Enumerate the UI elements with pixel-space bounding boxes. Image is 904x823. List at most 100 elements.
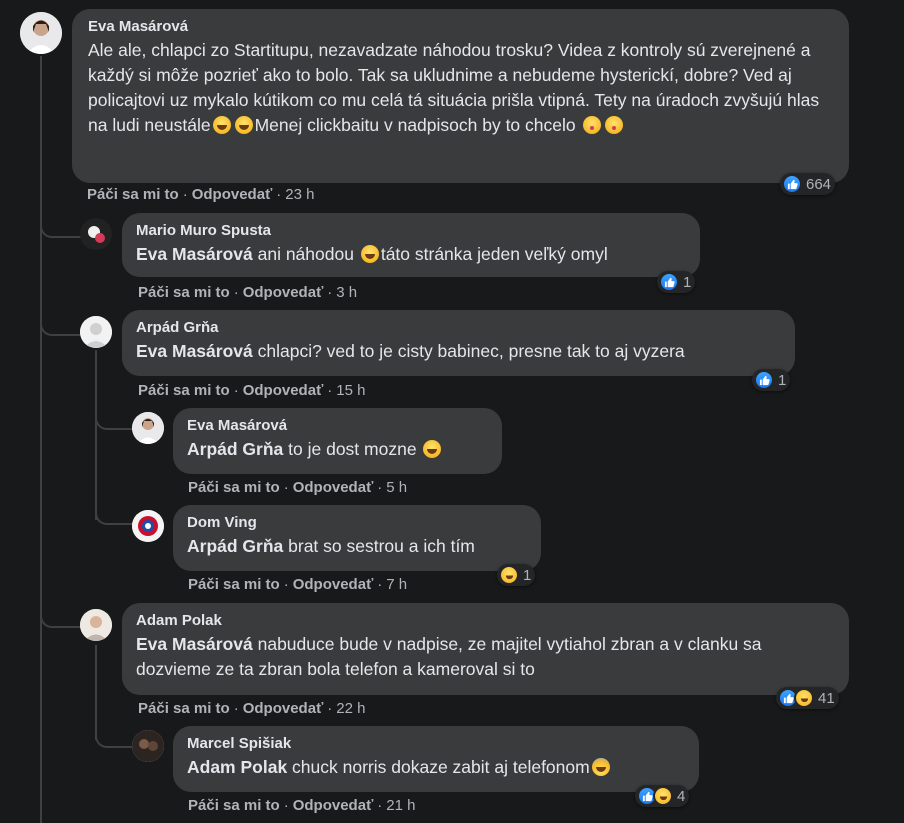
reaction-summary[interactable]: 41	[776, 687, 839, 709]
separator: ·	[182, 186, 188, 203]
comment-actions: Páči sa mi to · Odpovedať · 23 h	[87, 186, 314, 203]
separator: ·	[377, 576, 383, 593]
thread-connector	[95, 495, 133, 525]
reply-button[interactable]: Odpovedať	[243, 700, 324, 717]
comment-author[interactable]: Mario Muro Spusta	[136, 222, 686, 239]
comment-bubble: Arpád Grňa Eva Masárová chlapci? ved to …	[122, 310, 795, 376]
like-reaction-icon	[782, 174, 802, 194]
joy-emoji-icon	[360, 245, 379, 263]
reply-button[interactable]: Odpovedať	[192, 186, 273, 203]
separator: ·	[377, 479, 383, 496]
avatar[interactable]	[132, 510, 164, 542]
comment-bubble: Marcel Spišiak Adam Polak chuck norris d…	[173, 726, 699, 792]
like-button[interactable]: Páči sa mi to	[188, 576, 280, 593]
comment-actions: Páči sa mi to · Odpovedať · 7 h	[188, 576, 407, 593]
separator: ·	[283, 797, 289, 814]
like-button[interactable]: Páči sa mi to	[188, 479, 280, 496]
separator: ·	[283, 576, 289, 593]
like-reaction-icon	[754, 370, 774, 390]
comment-actions: Páči sa mi to · Odpovedať · 3 h	[138, 284, 357, 301]
kiss-emoji-icon	[604, 116, 623, 134]
timestamp[interactable]: 22 h	[336, 700, 365, 717]
like-reaction-icon	[659, 272, 679, 292]
mention-link[interactable]: Arpád Grňa	[187, 439, 283, 459]
separator: ·	[276, 186, 282, 203]
like-button[interactable]: Páči sa mi to	[138, 284, 230, 301]
reaction-summary[interactable]: 1	[657, 271, 696, 293]
comment-author[interactable]: Adam Polak	[136, 612, 835, 629]
thread-connector	[95, 718, 133, 748]
reaction-count: 1	[683, 273, 692, 291]
like-button[interactable]: Páči sa mi to	[138, 382, 230, 399]
comment-text-body: brat so sestrou a ich tím	[283, 536, 475, 556]
comment-text-tail: táto stránka jeden veľký omyl	[380, 244, 608, 264]
comment-text: Ale ale, chlapci zo Startitupu, nezavadz…	[88, 38, 835, 138]
comment-text: Arpád Grňa to je dost mozne	[187, 437, 488, 462]
reply-button[interactable]: Odpovedať	[243, 382, 324, 399]
separator: ·	[327, 284, 333, 301]
comment-text-tail: Menej clickbaitu v nadpisoch by to chcel…	[254, 115, 576, 135]
timestamp[interactable]: 15 h	[336, 382, 365, 399]
timestamp[interactable]: 3 h	[336, 284, 357, 301]
mention-link[interactable]: Eva Masárová	[136, 634, 253, 654]
reply-button[interactable]: Odpovedať	[293, 797, 374, 814]
avatar[interactable]	[20, 12, 62, 54]
comment-text-body: chuck norris dokaze zabit aj telefonom	[287, 757, 590, 777]
separator: ·	[283, 479, 289, 496]
reply-button[interactable]: Odpovedať	[293, 576, 374, 593]
comment-actions: Páči sa mi to · Odpovedať · 22 h	[138, 700, 365, 717]
reaction-count: 664	[806, 175, 832, 193]
comment-bubble: Mario Muro Spusta Eva Masárová ani náhod…	[122, 213, 700, 277]
mention-link[interactable]: Arpád Grňa	[187, 536, 283, 556]
reaction-summary[interactable]: 1	[752, 369, 791, 391]
comment-author[interactable]: Arpád Grňa	[136, 319, 781, 336]
comment-text: Eva Masárová ani náhodou táto stránka je…	[136, 242, 686, 267]
avatar[interactable]	[132, 412, 164, 444]
like-button[interactable]: Páči sa mi to	[87, 186, 179, 203]
comment-bubble: Eva Masárová Ale ale, chlapci zo Startit…	[72, 9, 849, 183]
reaction-count: 1	[778, 371, 787, 389]
mention-link[interactable]: Eva Masárová	[136, 341, 253, 361]
comment-text-body: to je dost mozne	[283, 439, 422, 459]
kiss-emoji-icon	[582, 116, 601, 134]
scream-emoji-icon	[591, 758, 610, 776]
avatar[interactable]	[132, 730, 164, 762]
reaction-summary[interactable]: 1	[497, 564, 536, 586]
thread-connector	[40, 590, 82, 628]
rofl-emoji-icon	[234, 116, 253, 134]
comment-text: Arpád Grňa brat so sestrou a ich tím	[187, 534, 527, 559]
timestamp[interactable]: 5 h	[386, 479, 407, 496]
comment-bubble: Adam Polak Eva Masárová nabuduce bude v …	[122, 603, 849, 695]
comment-actions: Páči sa mi to · Odpovedať · 15 h	[138, 382, 365, 399]
comment-author[interactable]: Marcel Spišiak	[187, 735, 685, 752]
comment-author[interactable]: Dom Ving	[187, 514, 527, 531]
like-button[interactable]: Páči sa mi to	[188, 797, 280, 814]
like-button[interactable]: Páči sa mi to	[138, 700, 230, 717]
comment-actions: Páči sa mi to · Odpovedať · 5 h	[188, 479, 407, 496]
avatar[interactable]	[80, 218, 112, 250]
separator: ·	[233, 284, 239, 301]
reply-button[interactable]: Odpovedať	[243, 284, 324, 301]
haha-reaction-icon	[794, 688, 814, 708]
reply-button[interactable]: Odpovedať	[293, 479, 374, 496]
avatar[interactable]	[80, 609, 112, 641]
comment-text: Eva Masárová nabuduce bude v nadpise, ze…	[136, 632, 835, 682]
comment-author[interactable]: Eva Masárová	[187, 417, 488, 434]
timestamp[interactable]: 7 h	[386, 576, 407, 593]
mention-link[interactable]: Adam Polak	[187, 757, 287, 777]
reaction-summary[interactable]: 4	[635, 785, 690, 807]
timestamp[interactable]: 23 h	[285, 186, 314, 203]
thread-connector	[95, 400, 133, 430]
avatar[interactable]	[80, 316, 112, 348]
timestamp[interactable]: 21 h	[386, 797, 415, 814]
comment-author[interactable]: Eva Masárová	[88, 18, 835, 35]
rofl-emoji-icon	[212, 116, 231, 134]
comment-text-body: ani náhodou	[252, 244, 359, 264]
reaction-summary[interactable]: 664	[780, 173, 836, 195]
haha-reaction-icon	[499, 565, 519, 585]
joy-emoji-icon	[423, 440, 442, 458]
thread-connector	[40, 200, 82, 238]
comment-bubble: Eva Masárová Arpád Grňa to je dost mozne	[173, 408, 502, 474]
mention-link[interactable]: Eva Masárová	[136, 244, 253, 264]
comment-actions: Páči sa mi to · Odpovedať · 21 h	[188, 797, 415, 814]
